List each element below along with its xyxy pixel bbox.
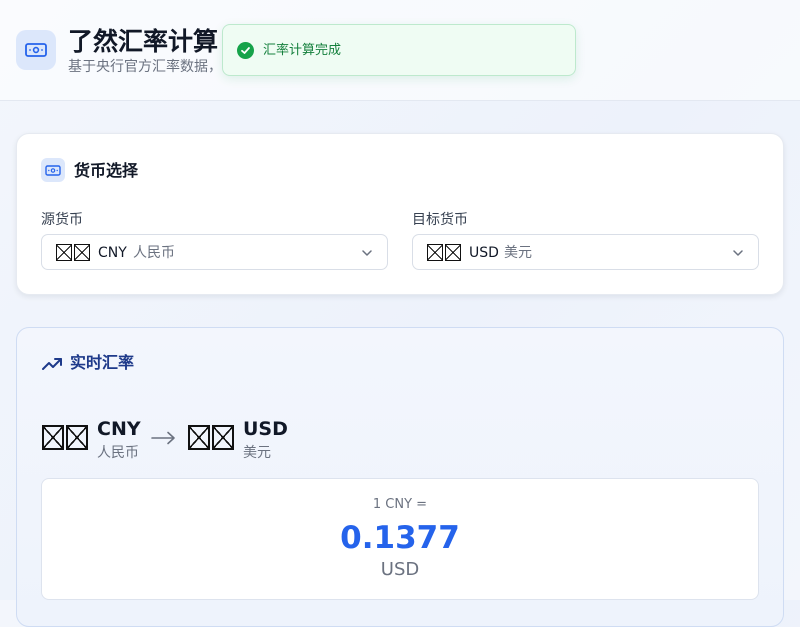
flag-icon [427, 244, 463, 262]
banknote-icon [41, 158, 65, 182]
rate-result-unit: USD [380, 559, 420, 580]
exchange-rate-card: 实时汇率 CNY 人民币 USD 美元 1 CNY = 0.1377 USD [16, 327, 784, 627]
chevron-down-icon [362, 250, 372, 256]
arrow-right-icon [151, 431, 175, 445]
target-currency-code: USD [469, 245, 499, 261]
rate-card-title: 实时汇率 [70, 353, 135, 372]
source-currency-label: 源货币 [41, 212, 83, 228]
to-currency-code: USD [243, 418, 288, 440]
flag-icon [56, 244, 92, 262]
app-subtitle: 基于央行官方汇率数据， [68, 59, 218, 75]
flag-icon [42, 425, 90, 451]
target-currency-name: 美元 [504, 245, 532, 261]
trending-up-icon [42, 358, 62, 370]
chevron-down-icon [733, 250, 743, 256]
source-currency-code: CNY [98, 245, 127, 261]
banknote-icon [25, 43, 47, 57]
source-currency-select[interactable]: CNY 人民币 [41, 234, 388, 270]
from-currency-name: 人民币 [97, 445, 139, 461]
app-title: 了然汇率计算小 [68, 27, 218, 56]
check-circle-icon [237, 42, 254, 59]
source-currency-name: 人民币 [133, 245, 175, 261]
rate-result-value: 0.1377 [340, 520, 460, 556]
card-title: 货币选择 [74, 161, 139, 180]
success-toast: 汇率计算完成 [222, 24, 576, 76]
rate-result-prefix: 1 CNY = [372, 497, 428, 512]
to-currency-name: 美元 [243, 445, 271, 461]
toast-message: 汇率计算完成 [263, 43, 342, 58]
currency-selection-card: 货币选择 源货币 CNY 人民币 目标货币 USD 美元 [16, 133, 784, 295]
target-currency-label: 目标货币 [412, 212, 468, 228]
flag-icon [188, 425, 236, 451]
target-currency-select[interactable]: USD 美元 [412, 234, 759, 270]
app-logo [16, 30, 56, 70]
rate-result-box: 1 CNY = 0.1377 USD [41, 478, 759, 600]
from-currency-code: CNY [97, 418, 141, 440]
